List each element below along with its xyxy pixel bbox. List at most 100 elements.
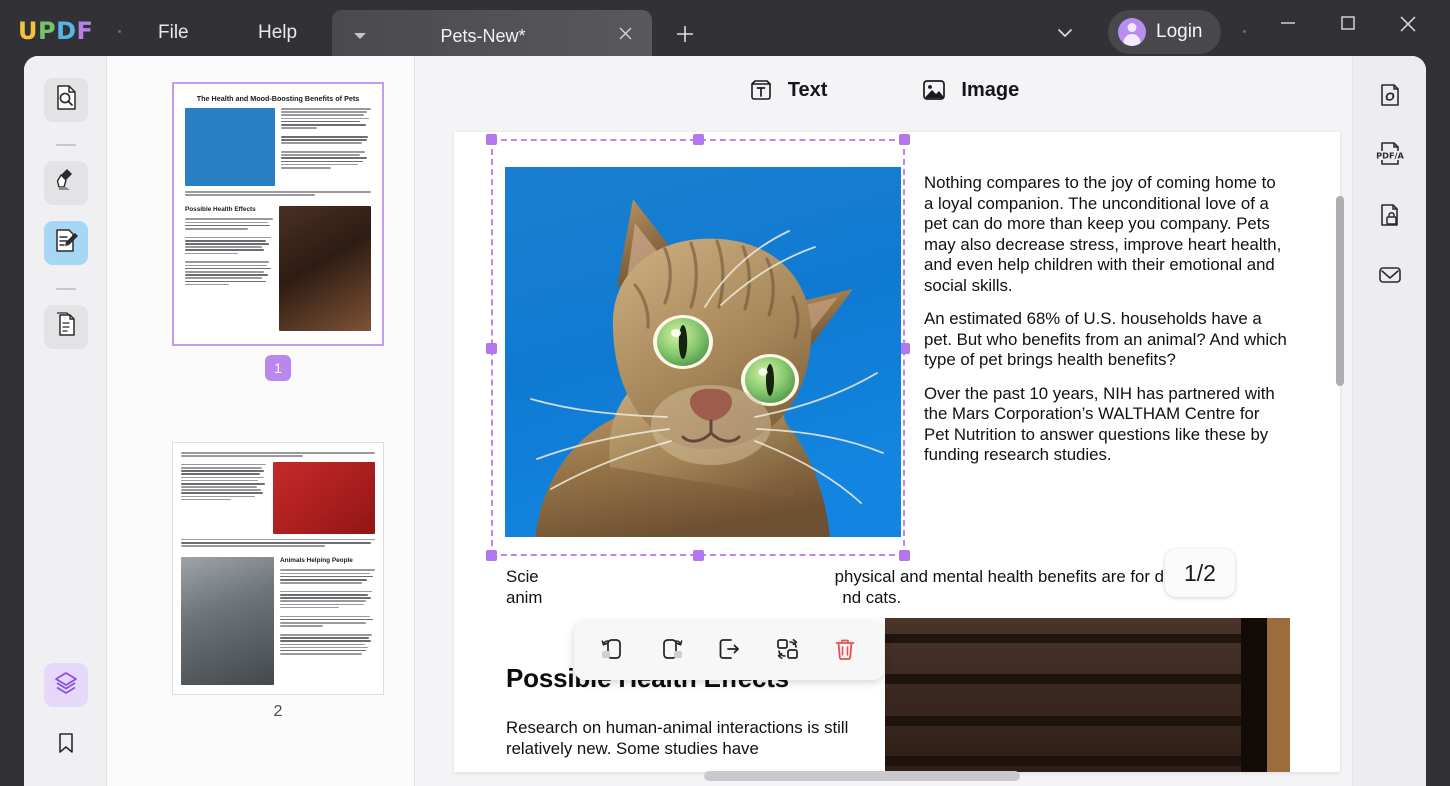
page-indicator-badge: 1/2 — [1165, 549, 1235, 597]
sidebar-item-layers[interactable] — [44, 663, 88, 707]
caption-fragment-b: physical and mental health benefits are … — [834, 567, 1215, 586]
rotate-left-icon — [599, 635, 627, 668]
window-maximize-button[interactable] — [1328, 12, 1368, 52]
document-body-2[interactable]: Research on human-animal interactions is… — [506, 717, 856, 759]
mini-page-render: Animals Helping People — [173, 443, 383, 694]
window-minimize-button[interactable] — [1268, 12, 1308, 52]
replace-image-button[interactable] — [767, 631, 807, 671]
rotate-right-button[interactable] — [651, 631, 691, 671]
delete-image-button[interactable] — [825, 631, 865, 671]
extract-image-button[interactable] — [709, 631, 749, 671]
text-tool-label: Text — [787, 78, 828, 101]
image-context-toolbar[interactable] — [574, 622, 884, 680]
sidebar-item-bookmark[interactable] — [44, 723, 88, 767]
left-tool-rail — [24, 56, 107, 786]
paragraph-3: Over the past 10 years, NIH has partnere… — [924, 383, 1275, 465]
convert-pdf-button[interactable] — [1368, 75, 1412, 119]
svg-text:PDF/A: PDF/A — [1376, 150, 1404, 160]
document-tab[interactable]: Pets-New* — [332, 10, 652, 62]
bookmark-icon — [54, 731, 78, 760]
horizontal-scrollbar[interactable] — [704, 771, 1020, 781]
vertical-scrollbar[interactable] — [1336, 196, 1344, 386]
pdf-page[interactable]: Nothing compares to the joy of coming ho… — [454, 132, 1340, 772]
mini-page-title: The Health and Mood-Boosting Benefits of… — [196, 94, 360, 103]
sidebar-item-organize[interactable] — [44, 305, 88, 349]
image-tool-label: Image — [961, 78, 1020, 101]
menu-help[interactable]: Help — [248, 18, 307, 48]
extract-icon — [715, 635, 743, 668]
sidebar-item-highlight[interactable] — [44, 161, 88, 205]
tab-title: Pets-New* — [440, 25, 526, 46]
resize-handle-bottom-left[interactable] — [486, 550, 497, 561]
separator-dot — [118, 30, 121, 33]
app-body: The Health and Mood-Boosting Benefits of… — [24, 56, 1426, 786]
menu-file[interactable]: File — [148, 18, 199, 48]
resize-handle-bottom-right[interactable] — [899, 550, 910, 561]
new-tab-button[interactable] — [672, 22, 698, 48]
dog-cat-photo[interactable] — [885, 618, 1290, 772]
logo-letter-d: D — [56, 17, 77, 45]
envelope-icon — [1376, 261, 1404, 294]
document-right-column[interactable]: Nothing compares to the joy of coming ho… — [924, 173, 1289, 479]
sidebar-item-search[interactable] — [44, 78, 88, 122]
share-email-button[interactable] — [1368, 255, 1412, 299]
rail-divider — [56, 144, 76, 146]
resize-handle-top-left[interactable] — [486, 134, 497, 145]
document-search-icon — [53, 84, 80, 116]
pdfa-button[interactable]: PDF/A — [1368, 135, 1412, 179]
resize-handle-top-center[interactable] — [693, 134, 704, 145]
caption-fragment-a: Scie — [506, 567, 539, 586]
highlighter-icon — [53, 167, 80, 199]
pdfa-icon: PDF/A — [1373, 140, 1407, 175]
trash-icon — [831, 635, 859, 668]
separator-dot — [1243, 30, 1246, 33]
layers-icon — [53, 670, 79, 701]
sidebar-item-edit[interactable] — [44, 221, 88, 265]
thumbnail-page-2[interactable]: Animals Helping People 2 — [172, 442, 384, 721]
paragraph-1: Nothing compares to the joy of coming ho… — [924, 173, 1282, 295]
login-label: Login — [1156, 21, 1203, 42]
caption-fragment-d: nd cats. — [842, 588, 902, 607]
thumbnail-page-badge: 1 — [265, 354, 291, 381]
text-tool-button[interactable]: Text — [740, 73, 836, 107]
image-tool-icon — [921, 77, 947, 103]
rail-divider — [56, 288, 76, 290]
protect-button[interactable] — [1368, 195, 1412, 239]
logo-letter-u: U — [18, 17, 38, 45]
document-lock-icon — [1376, 201, 1404, 234]
rotate-left-button[interactable] — [593, 631, 633, 671]
logo-letter-p: P — [38, 17, 57, 45]
logo-letter-f: F — [76, 17, 94, 45]
thumbnail-page-1[interactable]: The Health and Mood-Boosting Benefits of… — [172, 82, 384, 381]
caption-fragment-c: anim — [506, 588, 543, 607]
window-close-button[interactable] — [1388, 12, 1428, 52]
text-tool-icon — [748, 77, 774, 103]
resize-handle-middle-left[interactable] — [486, 342, 497, 354]
cat-photo[interactable] — [505, 167, 901, 537]
thumbnail-panel[interactable]: The Health and Mood-Boosting Benefits of… — [107, 56, 415, 786]
resize-handle-top-right[interactable] — [899, 134, 910, 145]
replace-icon — [773, 635, 801, 668]
resize-handle-bottom-center[interactable] — [693, 550, 704, 561]
tab-caret-icon[interactable] — [354, 33, 366, 39]
organize-pages-icon — [53, 311, 80, 343]
edit-toolbar: Text Image — [415, 56, 1352, 124]
document-viewport: Text Image Nothing compares to the joy o… — [415, 56, 1352, 786]
edit-document-icon — [53, 227, 80, 259]
thumbnail-image[interactable]: The Health and Mood-Boosting Benefits of… — [172, 82, 384, 346]
mini-page-render: The Health and Mood-Boosting Benefits of… — [177, 87, 379, 341]
convert-document-icon — [1376, 81, 1404, 114]
thumbnail-image[interactable]: Animals Helping People — [172, 442, 384, 695]
right-tool-rail: PDF/A — [1352, 56, 1426, 786]
login-button[interactable]: Login — [1108, 10, 1221, 54]
rotate-right-icon — [657, 635, 685, 668]
updf-logo: UPDF — [18, 17, 93, 45]
mini-subheading: Possible Health Effects — [185, 205, 256, 213]
mini-subheading: Animals Helping People — [280, 556, 353, 564]
tab-close-icon[interactable] — [614, 25, 636, 47]
paragraph-2: An estimated 68% of U.S. households have… — [924, 309, 1287, 369]
tab-list-chevron-down-icon[interactable] — [1050, 18, 1080, 48]
avatar — [1118, 18, 1146, 46]
image-tool-button[interactable]: Image — [913, 73, 1027, 107]
thumbnail-page-number: 2 — [273, 702, 283, 720]
